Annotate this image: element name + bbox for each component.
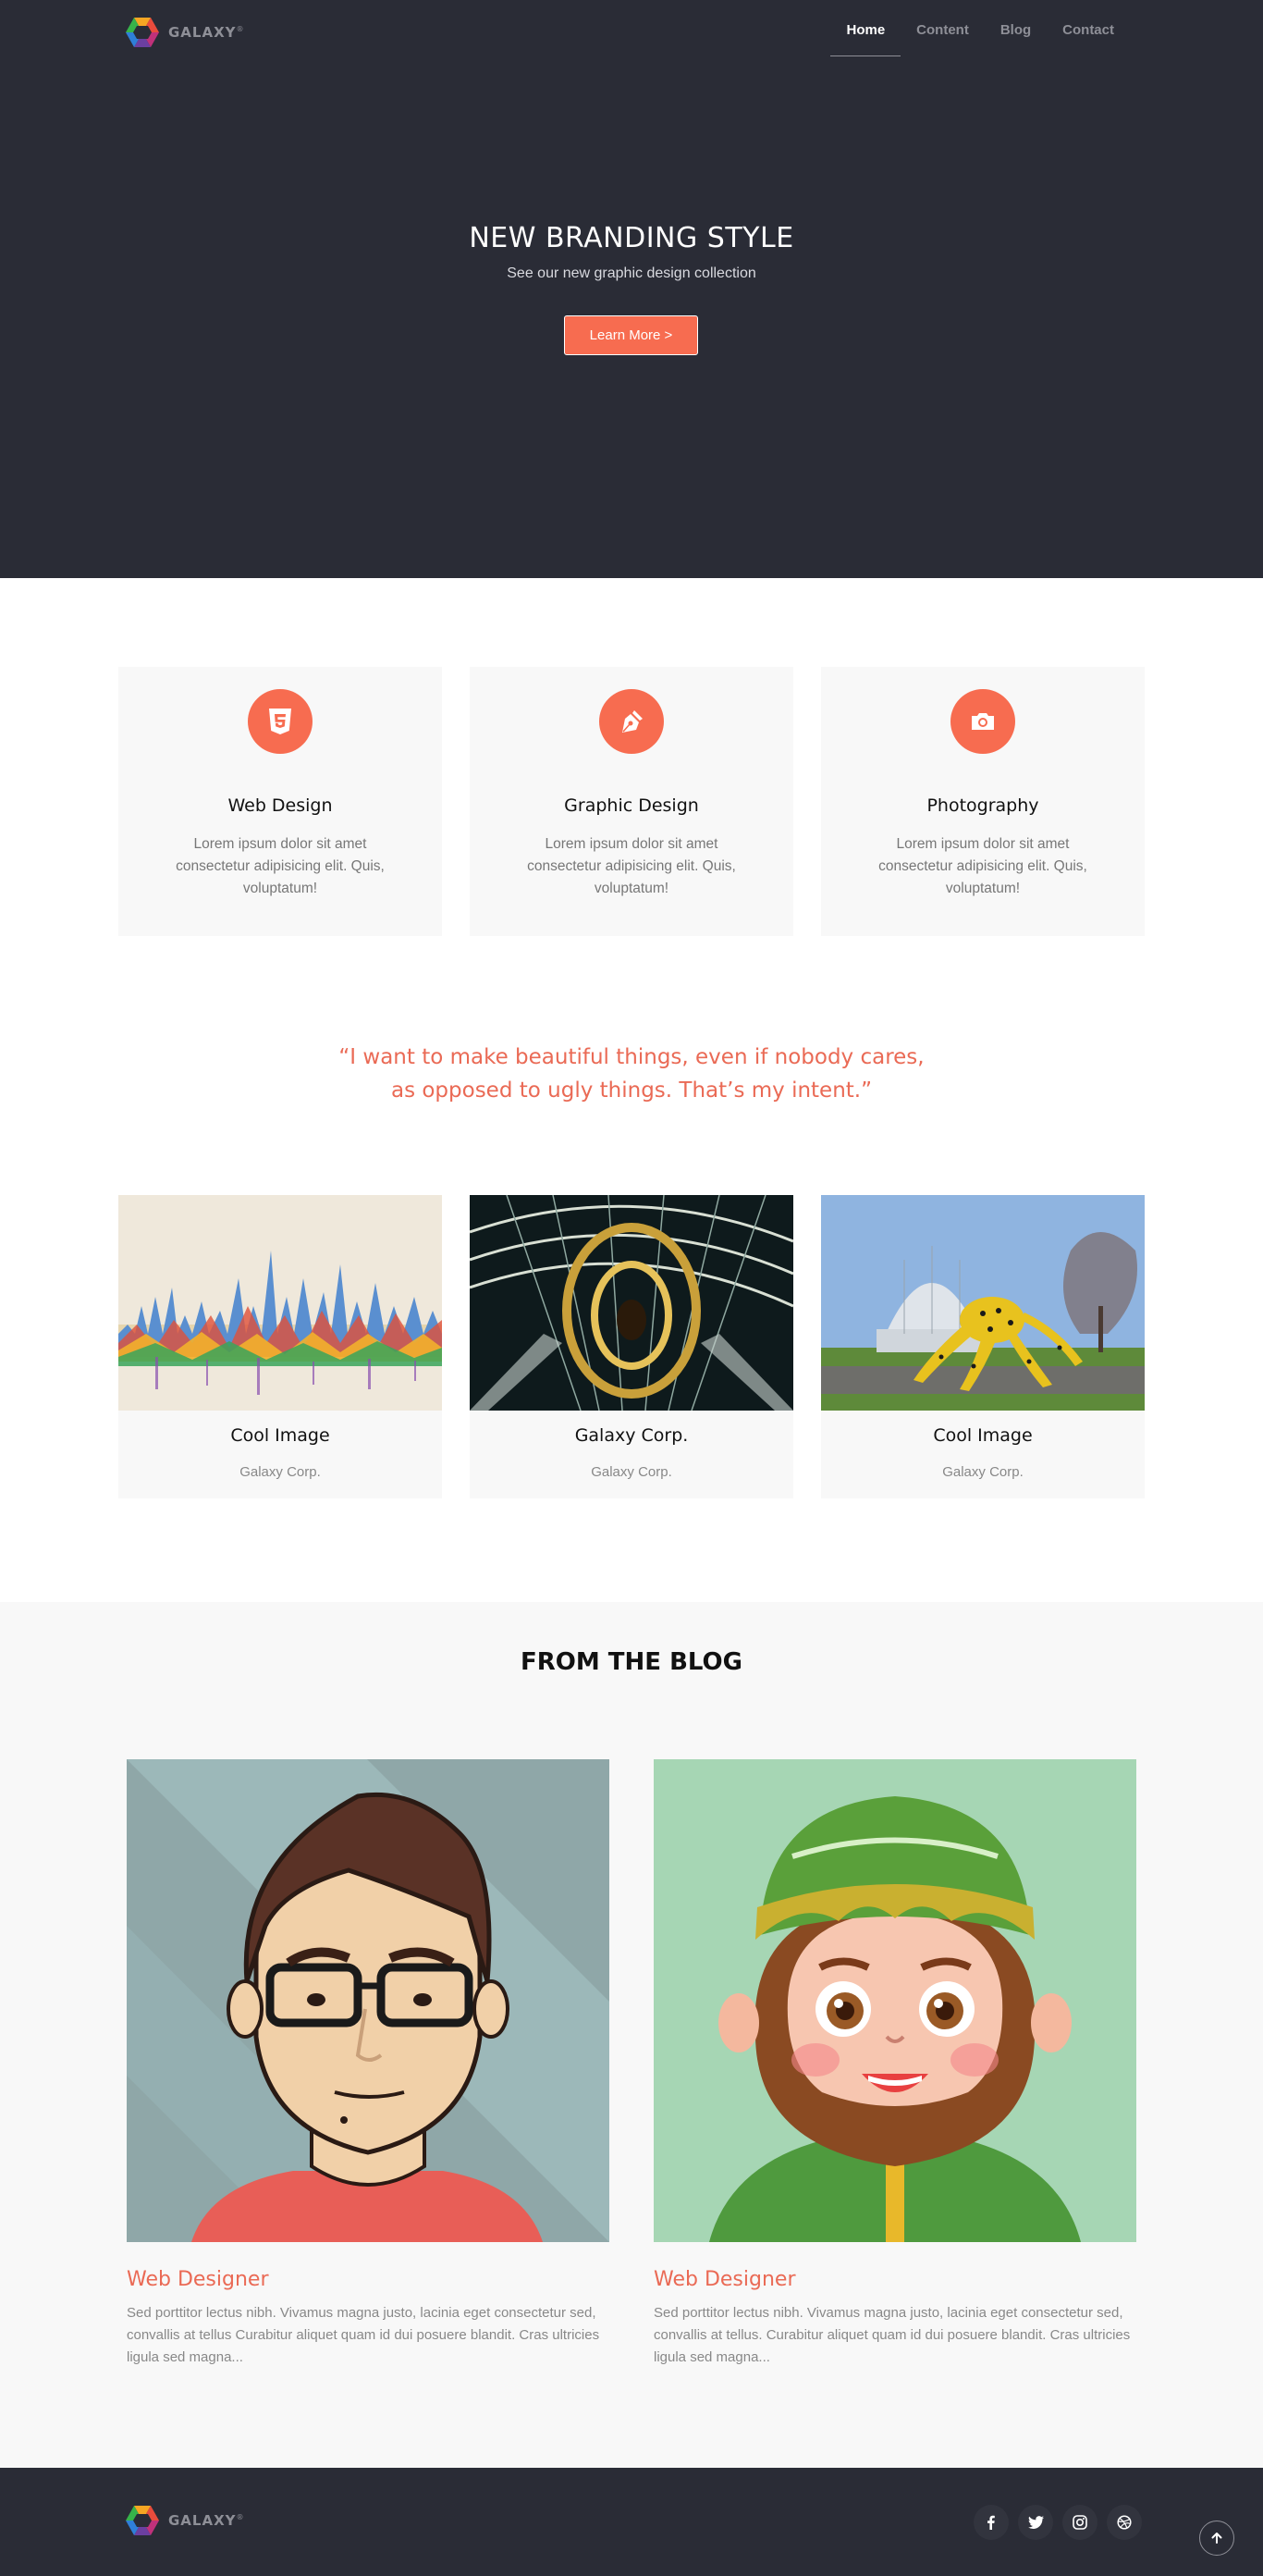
pen-nib-icon <box>599 689 664 754</box>
service-text: Lorem ipsum dolor sit amet consectetur a… <box>878 836 1087 896</box>
galaxy-logo-icon <box>126 18 159 47</box>
nav-contact[interactable]: Contact <box>1047 20 1130 56</box>
gallery-card-title: Galaxy Corp. <box>574 1425 689 1446</box>
escalator-architecture-image <box>470 1195 793 1411</box>
service-card-web-design: Web Design Lorem ipsum dolor sit amet co… <box>118 667 442 936</box>
top-navbar: GALAXY® Home Content Blog Contact <box>0 0 1263 65</box>
hero-section: GALAXY® Home Content Blog Contact NEW BR… <box>0 0 1263 578</box>
gallery-card-subtitle: Galaxy Corp. <box>942 1464 1024 1480</box>
brand-name: GALAXY® <box>168 2512 245 2529</box>
blog-post-excerpt: Sed porttitor lectus nibh. Vivamus magna… <box>127 2305 600 2365</box>
dribbble-icon[interactable] <box>1107 2505 1142 2540</box>
nav-content[interactable]: Content <box>901 20 985 56</box>
service-title: Photography <box>926 795 1039 816</box>
instagram-icon[interactable] <box>1062 2505 1097 2540</box>
nav-links: Home Content Blog Contact <box>830 20 1130 56</box>
brand-name: GALAXY® <box>168 24 245 41</box>
service-text: Lorem ipsum dolor sit amet consectetur a… <box>176 836 385 896</box>
footer: GALAXY® <box>0 2468 1263 2576</box>
service-text: Lorem ipsum dolor sit amet consectetur a… <box>527 836 736 896</box>
hero-subtitle: See our new graphic design collection <box>507 265 756 281</box>
footer-brand-logo[interactable]: GALAXY® <box>126 2505 245 2536</box>
hero-title: NEW BRANDING STYLE <box>469 222 794 254</box>
facebook-icon[interactable] <box>974 2505 1009 2540</box>
gallery-card[interactable]: Cool Image Galaxy Corp. <box>821 1195 1145 1498</box>
galaxy-logo-icon <box>126 2506 159 2535</box>
back-to-top-button[interactable] <box>1199 2521 1234 2556</box>
avatar-bearded-man-image <box>654 1759 1136 2242</box>
gallery-card-title: Cool Image <box>933 1425 1033 1446</box>
camera-icon <box>950 689 1015 754</box>
gallery-card[interactable]: Galaxy Corp. Galaxy Corp. <box>470 1195 793 1498</box>
service-card-graphic-design: Graphic Design Lorem ipsum dolor sit ame… <box>470 667 793 936</box>
gallery-card-subtitle: Galaxy Corp. <box>239 1464 321 1480</box>
gallery-card[interactable]: Cool Image Galaxy Corp. <box>118 1195 442 1498</box>
service-card-photography: Photography Lorem ipsum dolor sit amet c… <box>821 667 1145 936</box>
blog-section: FROM THE BLOG Web Designer Sed porttitor… <box>0 1602 1263 2468</box>
html5-icon <box>248 689 313 754</box>
learn-more-button[interactable]: Learn More > <box>564 315 698 355</box>
gallery-section: Cool Image Galaxy Corp. Galaxy Corp. Gal… <box>118 1195 1145 1498</box>
quote-line: as opposed to ugly things. That’s my int… <box>390 1078 873 1103</box>
nav-home[interactable]: Home <box>830 20 901 56</box>
blog-section-title: FROM THE BLOG <box>520 1648 743 1676</box>
gallery-card-subtitle: Galaxy Corp. <box>591 1464 672 1480</box>
quote-line: “I want to make beautiful things, even i… <box>338 1045 925 1069</box>
brand-logo[interactable]: GALAXY® <box>126 17 245 48</box>
service-title: Web Design <box>227 795 333 816</box>
skyline-watercolor-image <box>118 1195 442 1411</box>
quote-text: “I want to make beautiful things, even i… <box>0 1041 1263 1107</box>
avatar-glasses-man-image <box>127 1759 609 2242</box>
blog-post-title[interactable]: Web Designer <box>127 2268 609 2291</box>
services-section: Web Design Lorem ipsum dolor sit amet co… <box>118 667 1145 936</box>
blog-post[interactable]: Web Designer Sed porttitor lectus nibh. … <box>654 1759 1136 2369</box>
gallery-card-title: Cool Image <box>230 1425 330 1446</box>
blog-post-excerpt: Sed porttitor lectus nibh. Vivamus magna… <box>654 2305 1131 2365</box>
arrow-up-icon <box>1211 2533 1222 2544</box>
blog-post[interactable]: Web Designer Sed porttitor lectus nibh. … <box>127 1759 609 2369</box>
nav-blog[interactable]: Blog <box>985 20 1047 56</box>
dome-sculpture-image <box>821 1195 1145 1411</box>
blog-post-title[interactable]: Web Designer <box>654 2268 1136 2291</box>
social-links <box>974 2505 1142 2540</box>
twitter-icon[interactable] <box>1018 2505 1053 2540</box>
service-title: Graphic Design <box>564 795 699 816</box>
